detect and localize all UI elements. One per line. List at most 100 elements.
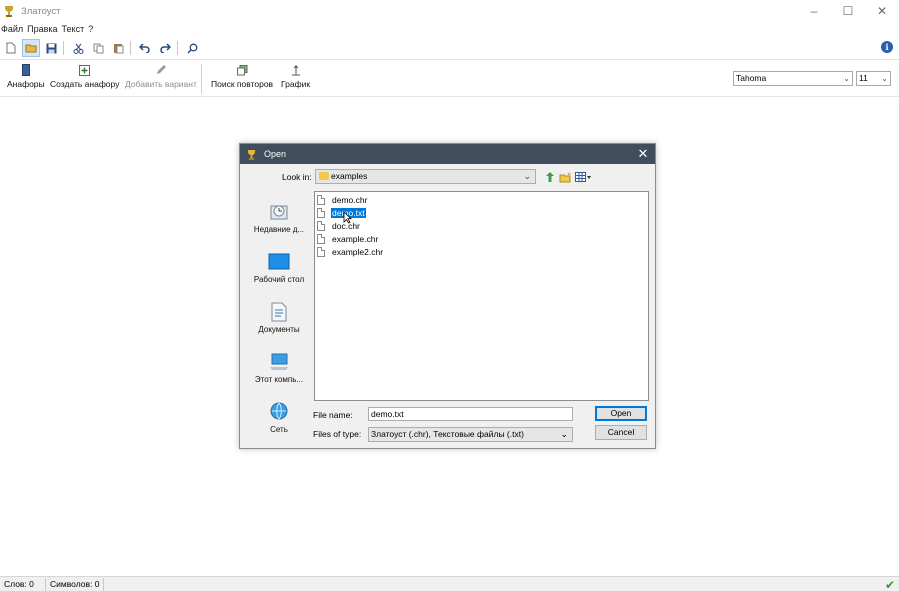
add-variant-button[interactable]: Добавить вариант xyxy=(125,63,197,89)
char-count: Символов: 0 xyxy=(46,577,105,591)
open-dialog: Open ✕ Look in: examples ⌄ Недавние д...… xyxy=(239,143,656,449)
file-list[interactable]: demo.chr demo.txt doc.chr example.chr ex… xyxy=(314,191,649,401)
font-size-value: 11 xyxy=(859,73,868,83)
toolbar-divider xyxy=(130,41,131,55)
place-documents[interactable]: Документы xyxy=(246,302,312,334)
toolbar-divider xyxy=(177,41,178,55)
paste-button[interactable] xyxy=(109,39,127,57)
quick-toolbar: i xyxy=(0,38,899,58)
status-bar: Слов: 0 Символов: 0 ✔ xyxy=(0,576,899,591)
dialog-title: Open xyxy=(264,149,287,159)
graph-icon xyxy=(289,63,303,77)
new-folder-icon xyxy=(559,171,571,182)
menu-bar: Файл Правка Текст ? xyxy=(0,22,96,36)
graph-button[interactable]: График xyxy=(281,63,310,89)
minimize-button[interactable]: – xyxy=(797,0,831,22)
save-button[interactable] xyxy=(42,39,60,57)
place-desktop[interactable]: Рабочий стол xyxy=(246,252,312,284)
file-item[interactable]: doc.chr xyxy=(317,220,361,232)
menu-help[interactable]: ? xyxy=(87,24,96,34)
open-file-button[interactable] xyxy=(22,39,40,57)
add-variant-label: Добавить вариант xyxy=(125,79,197,89)
up-folder-button[interactable] xyxy=(544,171,556,185)
network-globe-icon xyxy=(268,402,290,422)
window-title: Златоуст xyxy=(21,5,61,17)
font-family-value: Tahoma xyxy=(736,73,767,83)
font-size-select[interactable]: 11 ⌄ xyxy=(856,71,891,86)
dialog-title-bar: Open ✕ xyxy=(240,144,655,164)
look-in-label: Look in: xyxy=(282,172,312,182)
minimize-icon: – xyxy=(810,4,818,18)
file-item-selected[interactable]: demo.txt xyxy=(317,207,366,219)
new-file-button[interactable] xyxy=(2,39,20,57)
save-icon xyxy=(46,43,56,53)
menu-edit[interactable]: Правка xyxy=(26,24,60,34)
menu-text[interactable]: Текст xyxy=(61,24,88,34)
maximize-button[interactable]: ☐ xyxy=(831,0,865,22)
new-folder-button[interactable] xyxy=(559,171,572,185)
file-type-value: Златоуст (.chr), Текстовые файлы (.txt) xyxy=(371,429,524,439)
maximize-icon: ☐ xyxy=(842,4,854,18)
file-type-label: Files of type: xyxy=(313,429,362,439)
check-icon: ✔ xyxy=(884,578,895,591)
info-icon[interactable]: i xyxy=(881,41,893,53)
place-recent[interactable]: Недавние д... xyxy=(246,202,312,234)
menu-file[interactable]: Файл xyxy=(0,24,26,34)
place-computer[interactable]: Этот компь... xyxy=(246,352,312,384)
create-anaphora-label: Создать анафору xyxy=(50,79,120,89)
book-icon xyxy=(19,63,33,77)
document-icon xyxy=(317,195,325,205)
chevron-down-icon: ⌄ xyxy=(881,74,888,83)
toolbar-divider xyxy=(201,64,202,94)
mouse-cursor-icon xyxy=(343,211,352,224)
pencil-icon xyxy=(154,63,168,77)
file-name: demo.chr xyxy=(332,195,368,205)
computer-icon xyxy=(268,352,290,372)
file-name-label: File name: xyxy=(313,410,353,420)
duplicate-icon xyxy=(235,63,249,77)
chevron-down-icon: ⌄ xyxy=(523,171,531,181)
anaphora-button[interactable]: Анафоры xyxy=(7,63,45,89)
dialog-close-button[interactable]: ✕ xyxy=(636,146,650,162)
place-network-label: Сеть xyxy=(270,425,288,434)
look-in-value: examples xyxy=(331,171,368,181)
scissors-icon xyxy=(73,43,83,54)
file-item[interactable]: example2.chr xyxy=(317,246,384,258)
trophy-icon xyxy=(247,149,256,160)
cut-button[interactable] xyxy=(69,39,87,57)
chevron-down-icon: ⌄ xyxy=(843,74,850,83)
font-family-select[interactable]: Tahoma ⌄ xyxy=(733,71,853,86)
view-menu-button[interactable] xyxy=(575,171,592,185)
new-file-icon xyxy=(6,42,16,54)
copy-icon xyxy=(93,43,103,53)
desktop-icon xyxy=(268,252,290,272)
undo-icon xyxy=(139,43,150,53)
folder-open-icon xyxy=(25,44,36,53)
file-type-select[interactable]: Златоуст (.chr), Текстовые файлы (.txt) … xyxy=(368,427,573,442)
file-name-input[interactable] xyxy=(368,407,573,421)
file-item[interactable]: demo.chr xyxy=(317,194,368,206)
paste-icon xyxy=(113,44,123,54)
anaphora-button-label: Анафоры xyxy=(7,79,45,89)
cancel-button[interactable]: Cancel xyxy=(595,425,647,440)
look-in-select[interactable]: examples ⌄ xyxy=(315,169,536,184)
find-repeats-button[interactable]: Поиск повторов xyxy=(211,63,273,89)
undo-button[interactable] xyxy=(136,39,154,57)
redo-button[interactable] xyxy=(156,39,174,57)
document-icon xyxy=(317,234,325,244)
document-icon xyxy=(317,221,325,231)
document-icon xyxy=(317,247,325,257)
chevron-down-icon: ⌄ xyxy=(560,429,568,439)
document-icon xyxy=(317,208,325,218)
find-repeats-label: Поиск повторов xyxy=(211,79,274,89)
word-count: Слов: 0 xyxy=(0,577,46,591)
file-item[interactable]: example.chr xyxy=(317,233,379,245)
add-box-icon xyxy=(78,63,92,77)
close-button[interactable]: ✕ xyxy=(865,0,899,22)
copy-button[interactable] xyxy=(89,39,107,57)
open-button[interactable]: Open xyxy=(595,406,647,421)
find-button[interactable] xyxy=(183,39,201,57)
place-network[interactable]: Сеть xyxy=(246,402,312,434)
trophy-icon xyxy=(4,5,14,17)
create-anaphora-button[interactable]: Создать анафору xyxy=(50,63,119,89)
